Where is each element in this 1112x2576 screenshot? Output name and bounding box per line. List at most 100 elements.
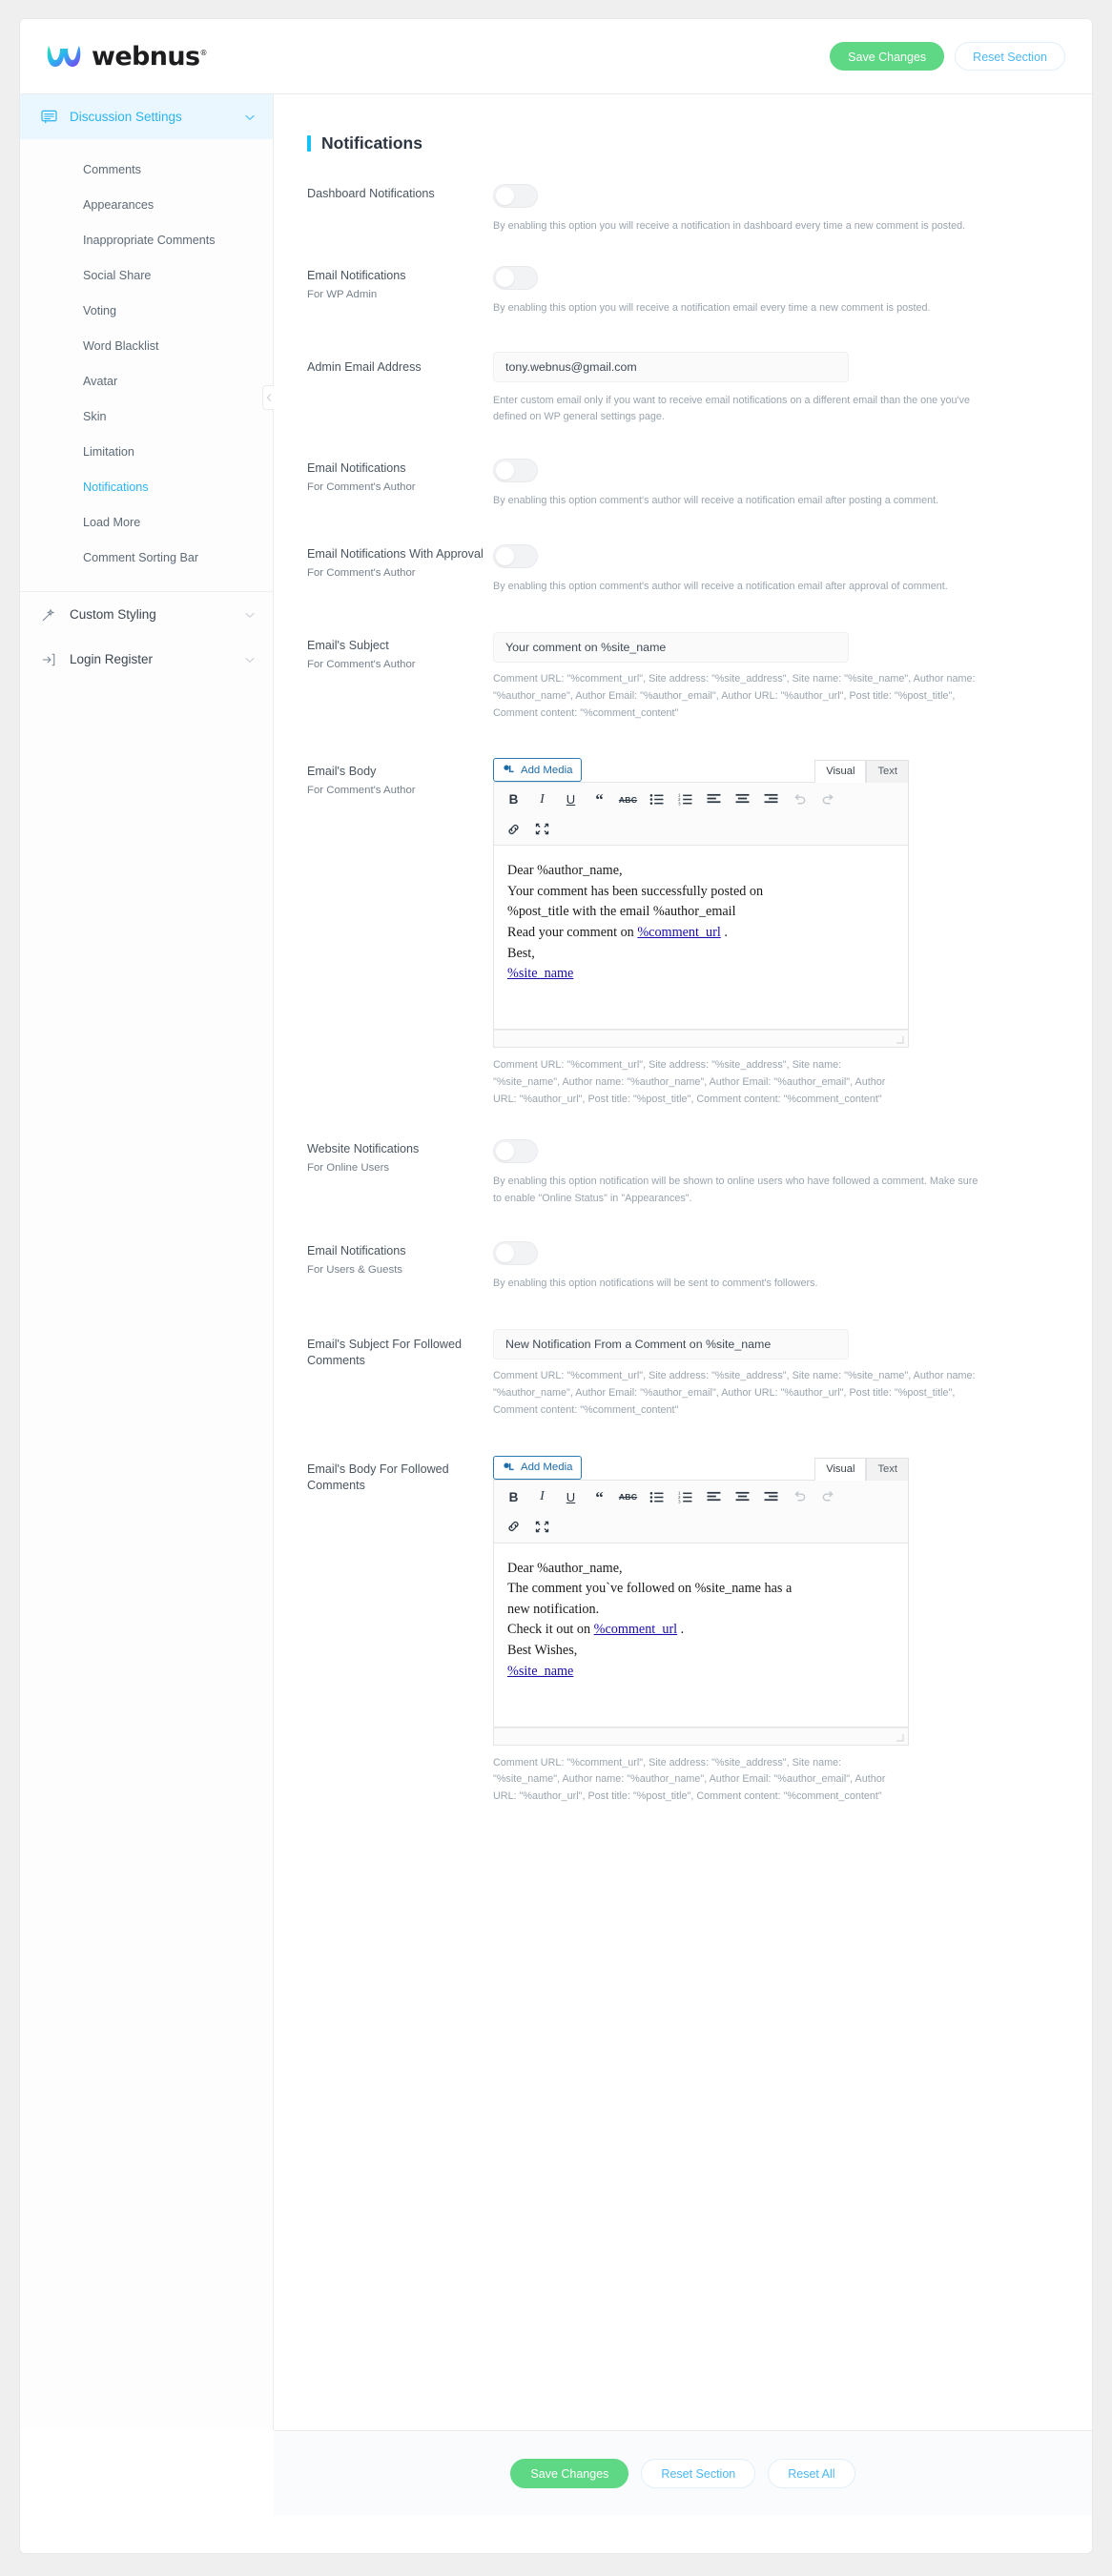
add-media-button[interactable]: Add Media <box>493 1455 583 1480</box>
redo-icon[interactable] <box>815 787 841 811</box>
placeholder-variables-hint: Comment URL: "%comment_url", Site addres… <box>493 672 976 719</box>
tab-visual[interactable]: Visual <box>814 1457 867 1481</box>
underline-icon[interactable]: U <box>558 1485 584 1509</box>
underline-icon[interactable]: U <box>558 787 584 811</box>
toggle-dashboard-notifications[interactable] <box>493 184 538 208</box>
comment-url-link[interactable]: %comment_url <box>594 1622 677 1637</box>
body-wrapper: Discussion Settings Comments Appearances… <box>20 94 1092 2430</box>
align-right-icon[interactable] <box>758 1485 784 1509</box>
save-changes-button-bottom[interactable]: Save Changes <box>510 2458 629 2488</box>
sidebar-item-limitation[interactable]: Limitation <box>20 435 273 470</box>
blockquote-icon[interactable]: “ <box>587 787 612 811</box>
align-center-icon[interactable] <box>730 787 755 811</box>
setting-label: Email Notifications For Comment's Author <box>307 459 493 493</box>
undo-icon[interactable] <box>787 1485 813 1509</box>
align-left-icon[interactable] <box>701 1485 727 1509</box>
reset-section-button-top[interactable]: Reset Section <box>955 42 1065 71</box>
editor-line: Dear %author_name, <box>507 1560 623 1576</box>
sidebar-item-voting[interactable]: Voting <box>20 294 273 329</box>
svg-text:3: 3 <box>678 1499 681 1503</box>
setting-row-admin-email-address: Admin Email Address Enter custom email o… <box>307 317 1058 427</box>
setting-row-dashboard-notifications: Dashboard Notifications By enabling this… <box>307 153 1058 235</box>
editor-line: The comment you`ve followed on %site_nam… <box>507 1581 793 1597</box>
sidebar-collapse-handle[interactable] <box>262 385 274 410</box>
toggle-email-notifications-wp-admin[interactable] <box>493 265 538 290</box>
align-left-icon[interactable] <box>701 787 727 811</box>
toggle-website-notifications[interactable] <box>493 1138 538 1163</box>
reset-all-button[interactable]: Reset All <box>768 2458 855 2488</box>
tab-text[interactable]: Text <box>866 1457 909 1481</box>
setting-row-email-notifications-users-guests: Email Notifications For Users & Guests B… <box>307 1207 1058 1293</box>
sidebar-group-label: Discussion Settings <box>70 110 182 124</box>
sidebar-group-custom-styling[interactable]: Custom Styling <box>20 592 273 637</box>
resize-grip-icon[interactable] <box>896 1035 904 1044</box>
redo-icon[interactable] <box>815 1485 841 1509</box>
page-title: Notifications <box>307 133 1058 153</box>
site-name-link[interactable]: %site_name <box>507 1664 573 1679</box>
email-subject-input[interactable] <box>493 631 849 663</box>
bold-icon[interactable]: B <box>501 787 526 811</box>
editor-content-email-body-followed[interactable]: Dear %author_name, The comment you`ve fo… <box>493 1543 909 1728</box>
editor-signoff: Best Wishes, <box>507 1642 578 1658</box>
sidebar-item-avatar[interactable]: Avatar <box>20 364 273 399</box>
sidebar-item-word-blacklist[interactable]: Word Blacklist <box>20 329 273 364</box>
save-changes-button-top[interactable]: Save Changes <box>830 42 945 71</box>
tab-visual[interactable]: Visual <box>814 760 867 784</box>
comment-url-link[interactable]: %comment_url <box>637 925 720 940</box>
sidebar-item-appearances[interactable]: Appearances <box>20 188 273 223</box>
site-name-link[interactable]: %site_name <box>507 966 573 981</box>
align-center-icon[interactable] <box>730 1485 755 1509</box>
fullscreen-icon[interactable] <box>529 817 555 841</box>
strikethrough-icon[interactable]: ABC <box>615 787 641 811</box>
sidebar-item-notifications[interactable]: Notifications <box>20 470 273 505</box>
numbered-list-icon[interactable]: 123 <box>672 787 698 811</box>
blockquote-icon[interactable]: “ <box>587 1485 612 1509</box>
svg-text:3: 3 <box>678 802 681 807</box>
placeholder-variables-hint: Comment URL: "%comment_url", Site addres… <box>493 1059 886 1105</box>
italic-icon[interactable]: I <box>529 1485 555 1509</box>
setting-hint: By enabling this option notification wil… <box>493 1175 978 1204</box>
sidebar-item-load-more[interactable]: Load More <box>20 505 273 541</box>
title-accent-bar <box>307 135 311 152</box>
bullet-list-icon[interactable] <box>644 1485 669 1509</box>
setting-field: By enabling this option you will receive… <box>493 265 1058 317</box>
strikethrough-icon[interactable]: ABC <box>615 1485 641 1509</box>
resize-grip-icon[interactable] <box>896 1733 904 1742</box>
sidebar-group-discussion-settings[interactable]: Discussion Settings <box>20 94 273 139</box>
sidebar-item-social-share[interactable]: Social Share <box>20 258 273 294</box>
sidebar-group-login-register[interactable]: Login Register <box>20 637 273 682</box>
add-media-button[interactable]: Add Media <box>493 758 583 783</box>
sidebar-item-comment-sorting-bar[interactable]: Comment Sorting Bar <box>20 541 273 576</box>
admin-email-input[interactable] <box>493 351 849 382</box>
fullscreen-icon[interactable] <box>529 1515 555 1539</box>
italic-icon[interactable]: I <box>529 787 555 811</box>
undo-icon[interactable] <box>787 787 813 811</box>
link-icon[interactable] <box>501 1515 526 1539</box>
toggle-email-notifications-approval[interactable] <box>493 544 538 569</box>
setting-row-website-notifications: Website Notifications For Online Users B… <box>307 1109 1058 1208</box>
setting-label-sub: For Comment's Author <box>307 658 416 670</box>
email-subject-followed-input[interactable] <box>493 1329 849 1360</box>
chevron-down-icon <box>245 612 255 618</box>
toggle-email-notifications-users-guests[interactable] <box>493 1241 538 1266</box>
comment-icon <box>41 110 60 125</box>
editor-line-prefix: Check it out on <box>507 1622 594 1638</box>
setting-label: Email's Subject For Followed Comments <box>307 1329 493 1369</box>
setting-row-email-notifications-author: Email Notifications For Comment's Author… <box>307 426 1058 510</box>
editor-resize-bar <box>493 1727 909 1746</box>
sidebar-item-comments[interactable]: Comments <box>20 153 273 188</box>
sidebar-item-skin[interactable]: Skin <box>20 399 273 435</box>
numbered-list-icon[interactable]: 123 <box>672 1485 698 1509</box>
editor-line: %post_title with the email %author_email <box>507 904 736 920</box>
reset-section-button-bottom[interactable]: Reset Section <box>641 2458 756 2488</box>
bold-icon[interactable]: B <box>501 1485 526 1509</box>
tab-text[interactable]: Text <box>866 760 909 784</box>
align-right-icon[interactable] <box>758 787 784 811</box>
setting-hint: By enabling this option you will receive… <box>493 220 966 232</box>
sidebar-item-inappropriate-comments[interactable]: Inappropriate Comments <box>20 223 273 258</box>
editor-content-email-body[interactable]: Dear %author_name, Your comment has been… <box>493 846 909 1031</box>
toggle-email-notifications-author[interactable] <box>493 459 538 483</box>
link-icon[interactable] <box>501 817 526 841</box>
setting-label: Email's Body For Followed Comments <box>307 1456 493 1494</box>
bullet-list-icon[interactable] <box>644 787 669 811</box>
